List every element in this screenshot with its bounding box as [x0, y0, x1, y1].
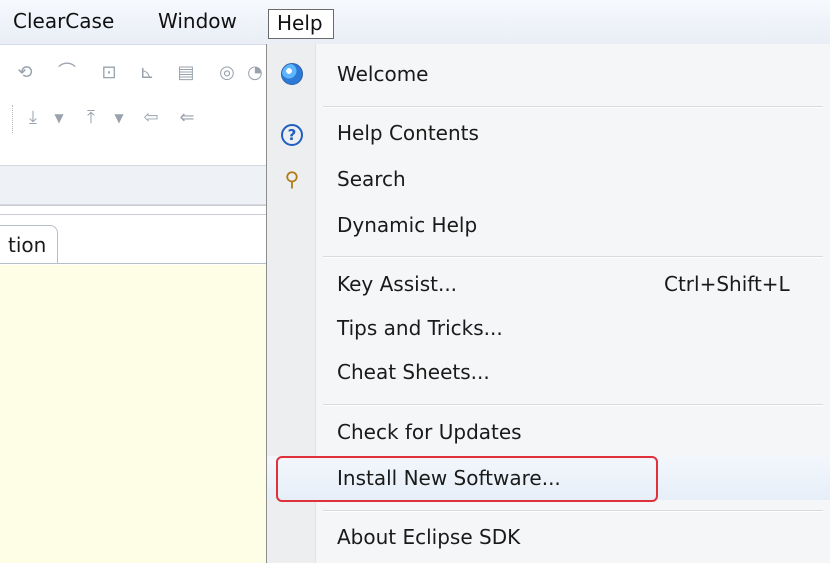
menu-item-label: About Eclipse SDK: [337, 525, 521, 549]
previous-annotation-icon[interactable]: ⤒: [80, 107, 102, 129]
menu-item-label: Welcome: [337, 62, 429, 86]
menu-item-shortcut: Ctrl+Shift+L: [664, 272, 790, 296]
chevron-down-icon[interactable]: ▼: [48, 107, 70, 129]
menu-item-key-assist[interactable]: Key Assist... Ctrl+Shift+L: [267, 262, 830, 306]
menu-separator: [323, 404, 823, 406]
menu-item-label: Install New Software...: [337, 466, 561, 490]
menu-item-about-eclipse-sdk[interactable]: About Eclipse SDK: [267, 515, 830, 559]
chevron-down-icon[interactable]: ▼: [108, 107, 130, 129]
toolbar-separator: [12, 105, 15, 133]
help-contents-icon: ?: [279, 120, 305, 146]
menu-item-label: Dynamic Help: [337, 213, 478, 237]
menu-item-check-for-updates[interactable]: Check for Updates: [267, 410, 830, 454]
menu-item-label: Cheat Sheets...: [337, 360, 490, 384]
compare-icon[interactable]: ⊡: [98, 62, 120, 84]
menu-help[interactable]: Help: [268, 9, 334, 39]
back-icon[interactable]: ⇦: [140, 107, 162, 129]
view-tab-label: tion: [8, 233, 47, 257]
connect-icon[interactable]: ⌒: [56, 62, 78, 84]
menu-bar: ClearCase Window Help: [0, 0, 830, 45]
menu-item-label: Search: [337, 167, 406, 191]
menu-item-label: Tips and Tricks...: [337, 316, 503, 340]
help-menu-dropdown: Welcome ? Help Contents ⚲ Search Dynamic…: [266, 44, 830, 563]
menu-item-search[interactable]: ⚲ Search: [267, 157, 830, 201]
menu-item-tips-and-tricks[interactable]: Tips and Tricks...: [267, 306, 830, 350]
menu-separator: [323, 106, 823, 108]
tab-divider: [0, 263, 266, 264]
view-tab[interactable]: tion: [0, 225, 58, 263]
welcome-icon: [279, 61, 305, 87]
menu-item-dynamic-help[interactable]: Dynamic Help: [267, 203, 830, 247]
menu-clearcase[interactable]: ClearCase: [13, 6, 114, 36]
view-icon[interactable]: ◎: [216, 62, 238, 84]
menu-item-help-contents[interactable]: ? Help Contents: [267, 111, 830, 155]
next-annotation-icon[interactable]: ⤓: [22, 107, 44, 129]
menu-separator: [323, 256, 823, 258]
workbench-area: ⟲ ⌒ ⊡ ⊾ ▤ ◎ ◔ ⤓ ▼ ⤒ ▼ ⇦ ⇐ tion: [0, 45, 266, 563]
main-toolbar-row-1: ⟲ ⌒ ⊡ ⊾ ▤ ◎ ◔: [0, 54, 266, 98]
table-icon[interactable]: ▤: [175, 62, 197, 84]
menu-separator: [323, 510, 823, 512]
menu-item-welcome[interactable]: Welcome: [267, 52, 830, 96]
toolbar-band: [0, 165, 266, 205]
editor-area[interactable]: [0, 265, 266, 563]
back-arrow-icon[interactable]: ⇐: [176, 107, 198, 129]
menu-item-cheat-sheets[interactable]: Cheat Sheets...: [267, 350, 830, 394]
menu-item-label: Check for Updates: [337, 420, 522, 444]
main-toolbar-row-2: ⤓ ▼ ⤒ ▼ ⇦ ⇐: [0, 99, 266, 143]
more-icon[interactable]: ◔: [244, 62, 266, 84]
menu-item-label: Key Assist...: [337, 272, 458, 296]
tree-icon[interactable]: ⊾: [136, 62, 158, 84]
menu-item-label: Help Contents: [337, 121, 479, 145]
refresh-icon[interactable]: ⟲: [14, 62, 36, 84]
menu-window[interactable]: Window: [158, 6, 237, 36]
search-icon: ⚲: [284, 167, 300, 191]
menu-item-install-new-software[interactable]: Install New Software...: [267, 456, 830, 500]
sash[interactable]: [0, 205, 266, 215]
